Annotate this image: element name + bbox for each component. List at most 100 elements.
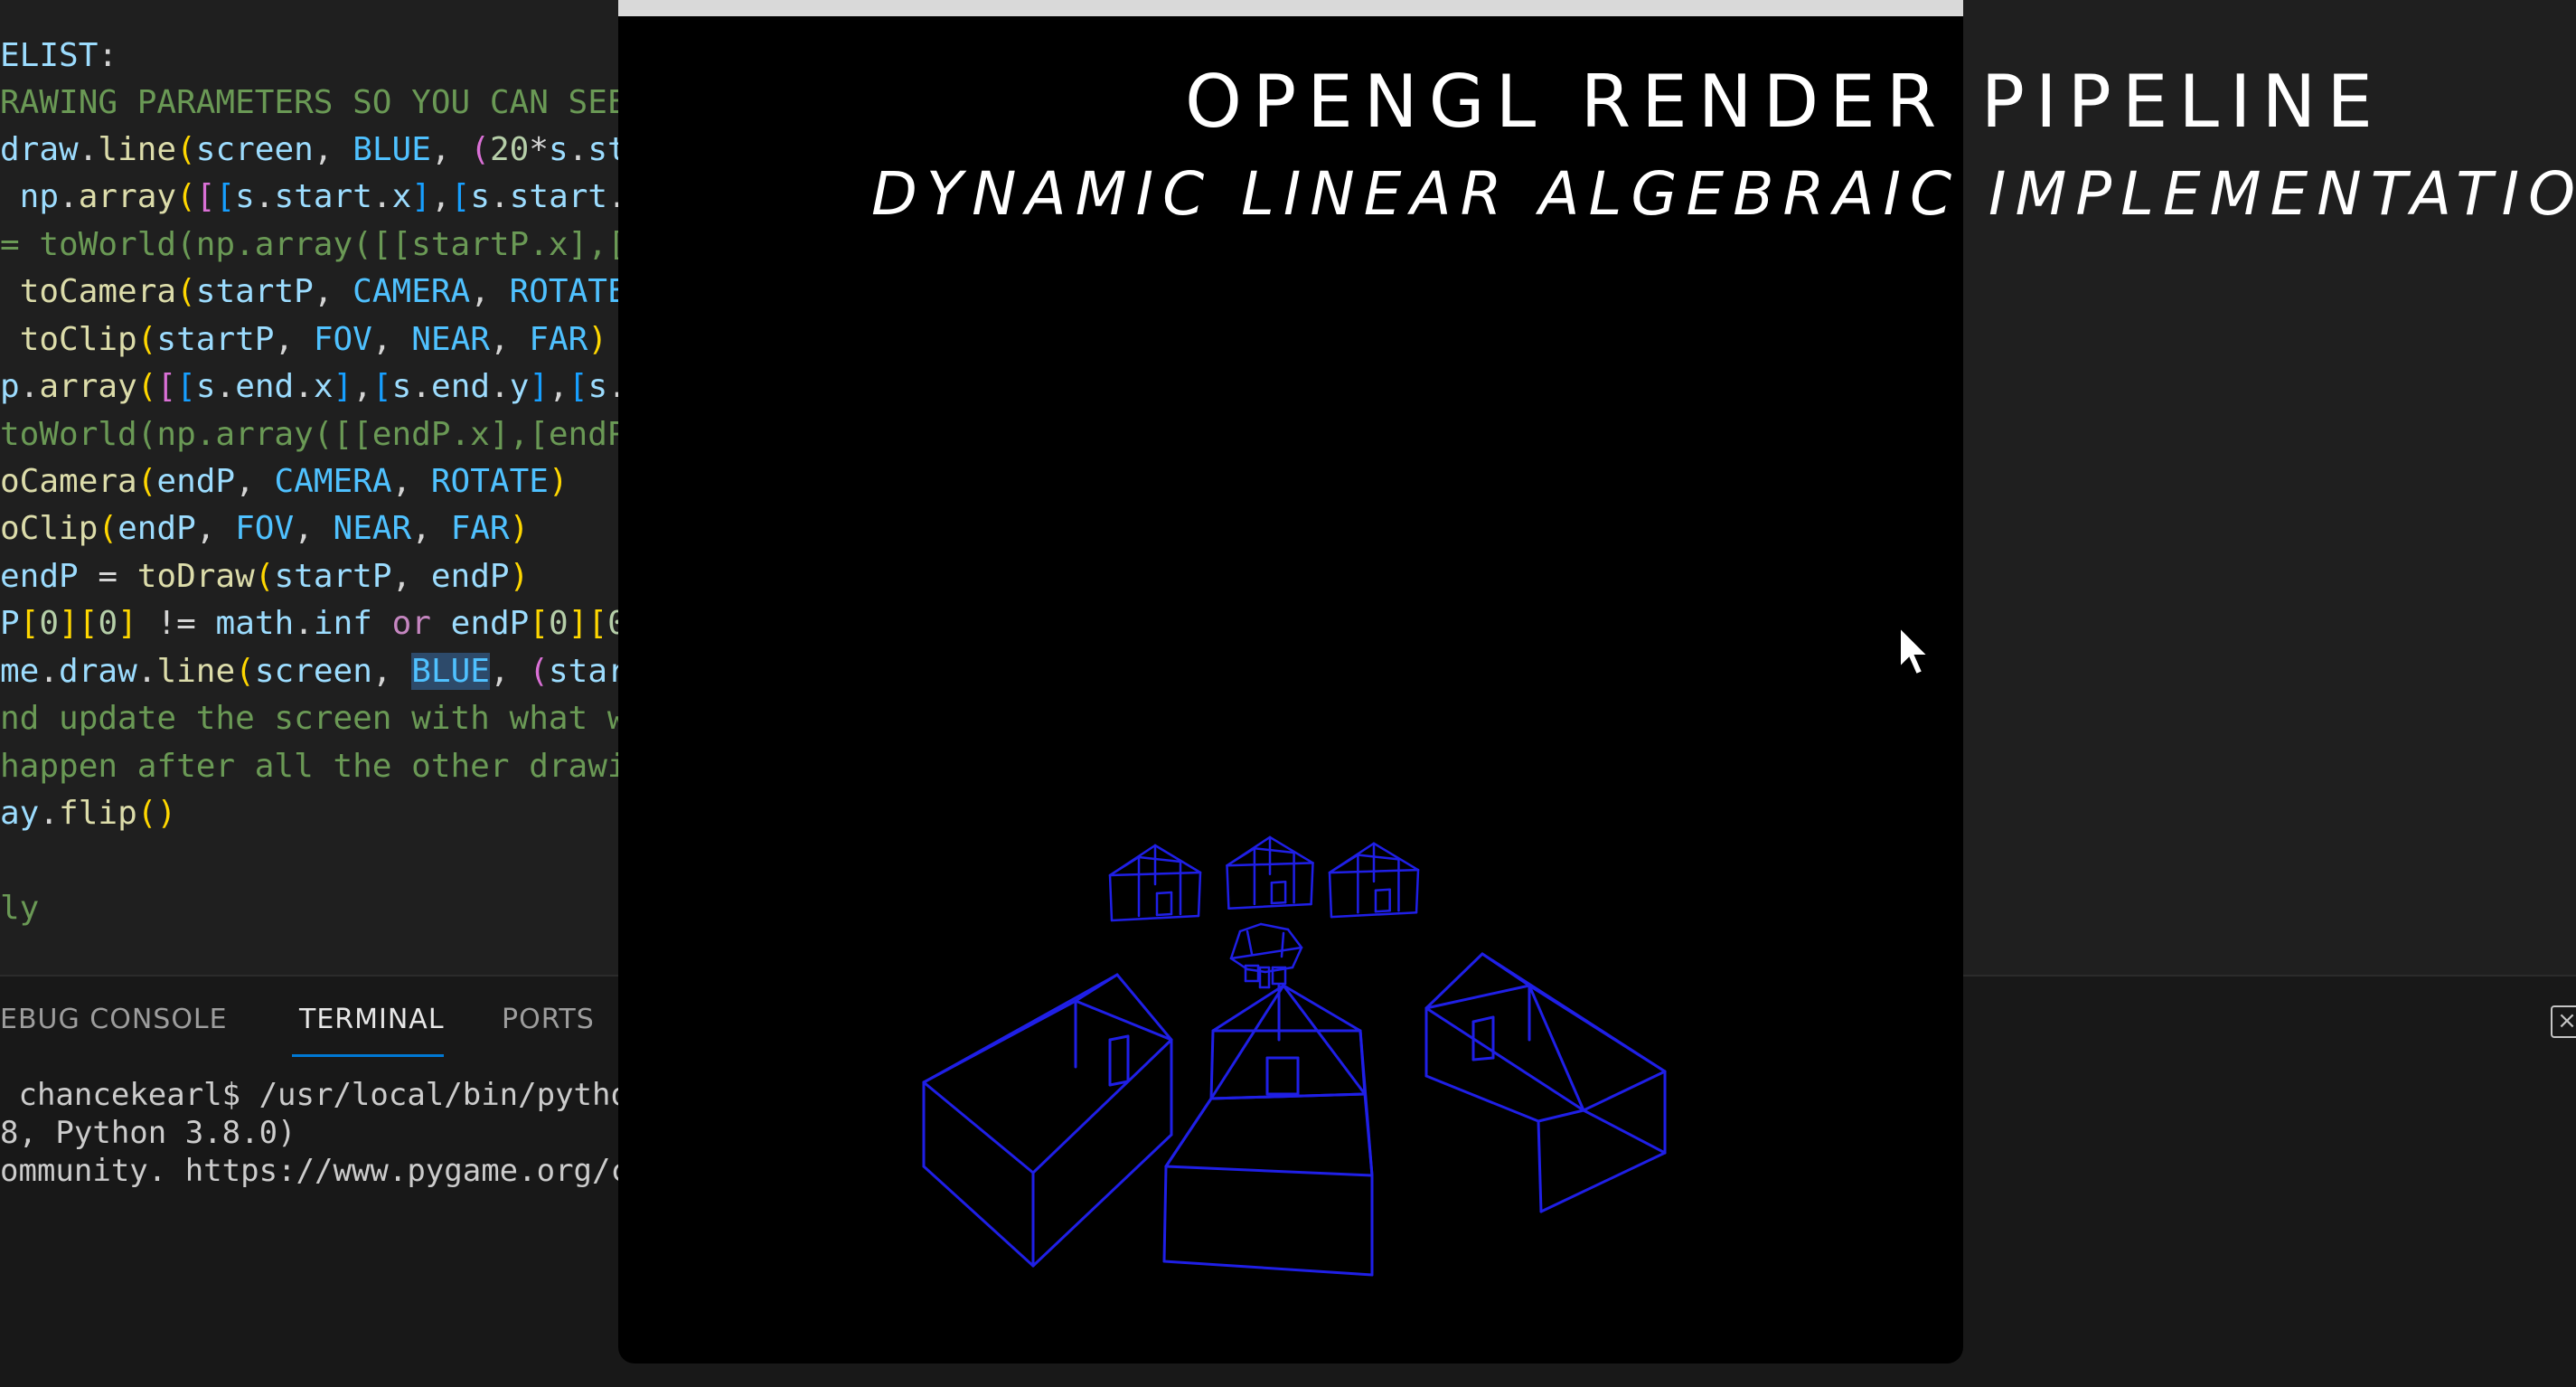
code-token: ]	[529, 368, 550, 405]
wireframe-edge	[1280, 931, 1285, 958]
wireframe-edge	[1211, 984, 1285, 1033]
code-token: ay	[0, 795, 40, 832]
code-token: oClip	[0, 510, 99, 547]
code-token: NEAR	[411, 321, 490, 358]
wireframe-edge	[1155, 891, 1173, 895]
code-token: start	[274, 178, 372, 215]
code-line[interactable]: toWorld(np.array([[endP.x],[endP.	[0, 411, 624, 458]
code-line[interactable]: draw.line(screen, BLUE, (20*s.sta	[0, 127, 624, 174]
code-token: endP	[156, 463, 236, 500]
code-token: startP	[274, 558, 392, 595]
code-token: endP	[450, 605, 530, 642]
code-token: [	[568, 368, 588, 405]
wireframe-edge	[1108, 871, 1202, 877]
wireframe-edge	[1528, 984, 1667, 1073]
code-token: (	[470, 131, 490, 168]
code-token: ,	[470, 273, 510, 310]
code-token: endP	[430, 558, 510, 595]
code-token: x	[391, 178, 412, 215]
code-token: .	[59, 178, 79, 215]
code-line[interactable]: toCamera(startP, CAMERA, ROTATE)	[0, 269, 624, 316]
code-token: = toWorld(np.array([[startP.x],[s	[0, 226, 624, 263]
wireframe-edge	[1108, 1034, 1130, 1042]
code-token: ,	[391, 463, 431, 500]
code-line[interactable]: oCamera(endP, CAMERA, ROTATE)	[0, 458, 569, 505]
code-token: [	[371, 368, 392, 405]
code-line[interactable]: nd update the screen with what we	[0, 695, 624, 742]
code-token: [	[529, 605, 550, 642]
code-token: ROTATE	[430, 463, 549, 500]
code-token: )	[156, 795, 177, 832]
wireframe-edge	[1209, 1029, 1215, 1100]
code-line[interactable]: happen after all the other drawin	[0, 743, 624, 790]
code-token: FOV	[313, 321, 372, 358]
code-line[interactable]: toClip(startP, FOV, NEAR, FAR)	[0, 316, 607, 363]
code-token: s	[195, 368, 216, 405]
code-token: (	[176, 178, 196, 215]
code-token: ,	[235, 463, 275, 500]
code-line[interactable]: np.array([[s.start.x],[s.start.y	[0, 174, 624, 221]
wireframe-edge	[1582, 1070, 1667, 1112]
code-token: .	[411, 368, 432, 405]
code-token: .	[136, 653, 157, 690]
code-token: )	[588, 321, 607, 358]
code-line[interactable]: ay.flip()	[0, 790, 176, 837]
code-token: (	[136, 463, 157, 500]
wireframe-edge	[1328, 871, 1333, 919]
code-token: NEAR	[333, 510, 412, 547]
code-token: endP	[118, 510, 196, 547]
code-editor[interactable]: ELIST: RAWING PARAMETERS SO YOU CAN SEE dr…	[0, 0, 624, 975]
code-line[interactable]: = toWorld(np.array([[startP.x],[s	[0, 222, 624, 269]
code-token: ]	[118, 605, 137, 642]
code-line[interactable]: oClip(endP, FOV, NEAR, FAR)	[0, 505, 529, 552]
code-token: 0	[39, 605, 60, 642]
code-line[interactable]: me.draw.line(screen, BLUE, (start	[0, 648, 624, 695]
wireframe-edge	[1229, 929, 1242, 960]
code-line[interactable]: P[0][0] != math.inf or endP[0][0]	[0, 600, 624, 647]
code-token: FAR	[529, 321, 588, 358]
code-token: startP	[195, 273, 314, 310]
code-token: FOV	[235, 510, 295, 547]
code-line[interactable]: RAWING PARAMETERS SO YOU CAN SEE	[0, 80, 624, 127]
code-line[interactable]: p.array([[s.end.x],[s.end.y],[s.e	[0, 363, 624, 410]
tab-terminal[interactable]: TERMINAL	[299, 1004, 445, 1035]
code-token: end	[431, 368, 491, 405]
wireframe-edge	[1229, 946, 1303, 960]
code-token: BLUE	[411, 653, 490, 690]
terminal-line-2: 8, Python 3.8.0)	[0, 1115, 296, 1151]
code-token: [	[78, 605, 99, 642]
wireframe-edge	[1282, 984, 1367, 1096]
tab-ports[interactable]: PORTS	[502, 1004, 595, 1035]
code-token: nd update the screen with what we	[0, 700, 624, 737]
code-token: )	[548, 463, 569, 500]
wireframe-edge	[1209, 984, 1285, 1100]
wireframe-edge	[1374, 888, 1391, 892]
wireframe-edge	[1328, 868, 1420, 874]
code-token: s	[548, 131, 569, 168]
code-token: me	[0, 653, 40, 690]
code-line[interactable]: ELIST:	[0, 33, 118, 80]
tab-debug-console[interactable]: EBUG CONSOLE	[0, 1004, 228, 1035]
close-panel-icon[interactable]: ×	[2551, 1005, 2576, 1038]
code-line[interactable]: ly	[0, 885, 39, 932]
code-token: .	[19, 368, 40, 405]
wireframe-edge	[1227, 902, 1312, 910]
code-token: s	[470, 178, 491, 215]
code-token: [	[19, 605, 40, 642]
code-token: s	[235, 178, 255, 215]
wireframe-edge	[1310, 862, 1314, 906]
code-token: line	[98, 131, 177, 168]
code-token: .	[490, 368, 510, 405]
wireframe-edge	[1226, 847, 1256, 867]
code-token: ,	[195, 510, 236, 547]
code-token: happen after all the other drawin	[0, 748, 624, 785]
code-token: y	[509, 368, 530, 405]
wireframe-edge	[922, 999, 1077, 1084]
wireframe-edge	[1424, 1074, 1540, 1123]
code-line[interactable]: endP = toDraw(startP, endP)	[0, 553, 529, 600]
code-token: ,	[371, 321, 412, 358]
active-tab-indicator	[292, 1054, 444, 1057]
code-token: ,	[294, 510, 334, 547]
code-token: .	[294, 368, 314, 405]
